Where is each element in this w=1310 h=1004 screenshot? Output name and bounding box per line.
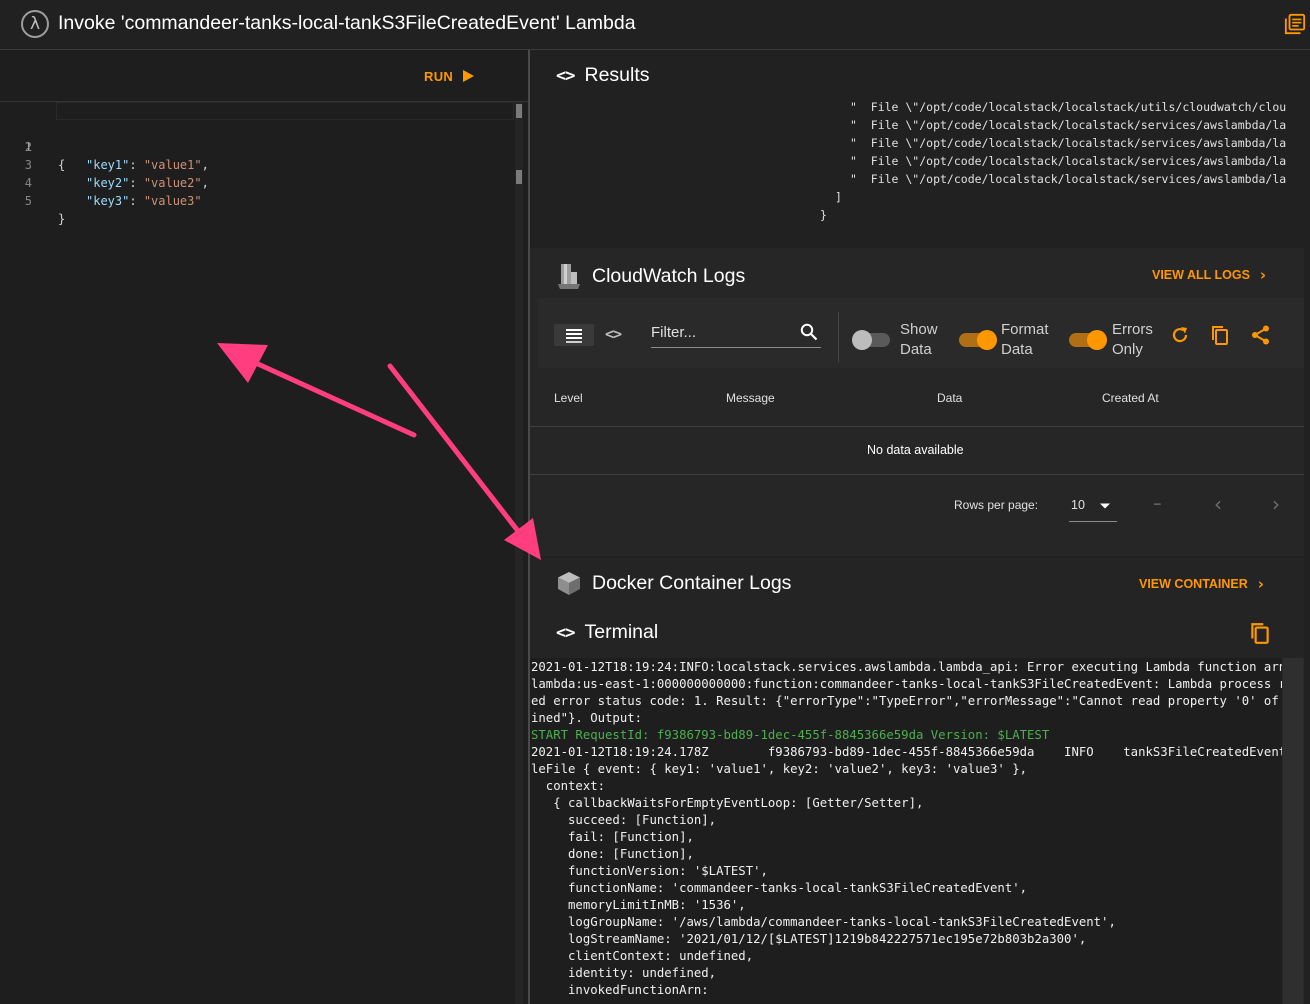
annotation-arrows [217, 343, 541, 560]
arrow-head [504, 518, 541, 560]
arrow-shaft [255, 361, 417, 438]
arrow-shaft [387, 363, 521, 534]
